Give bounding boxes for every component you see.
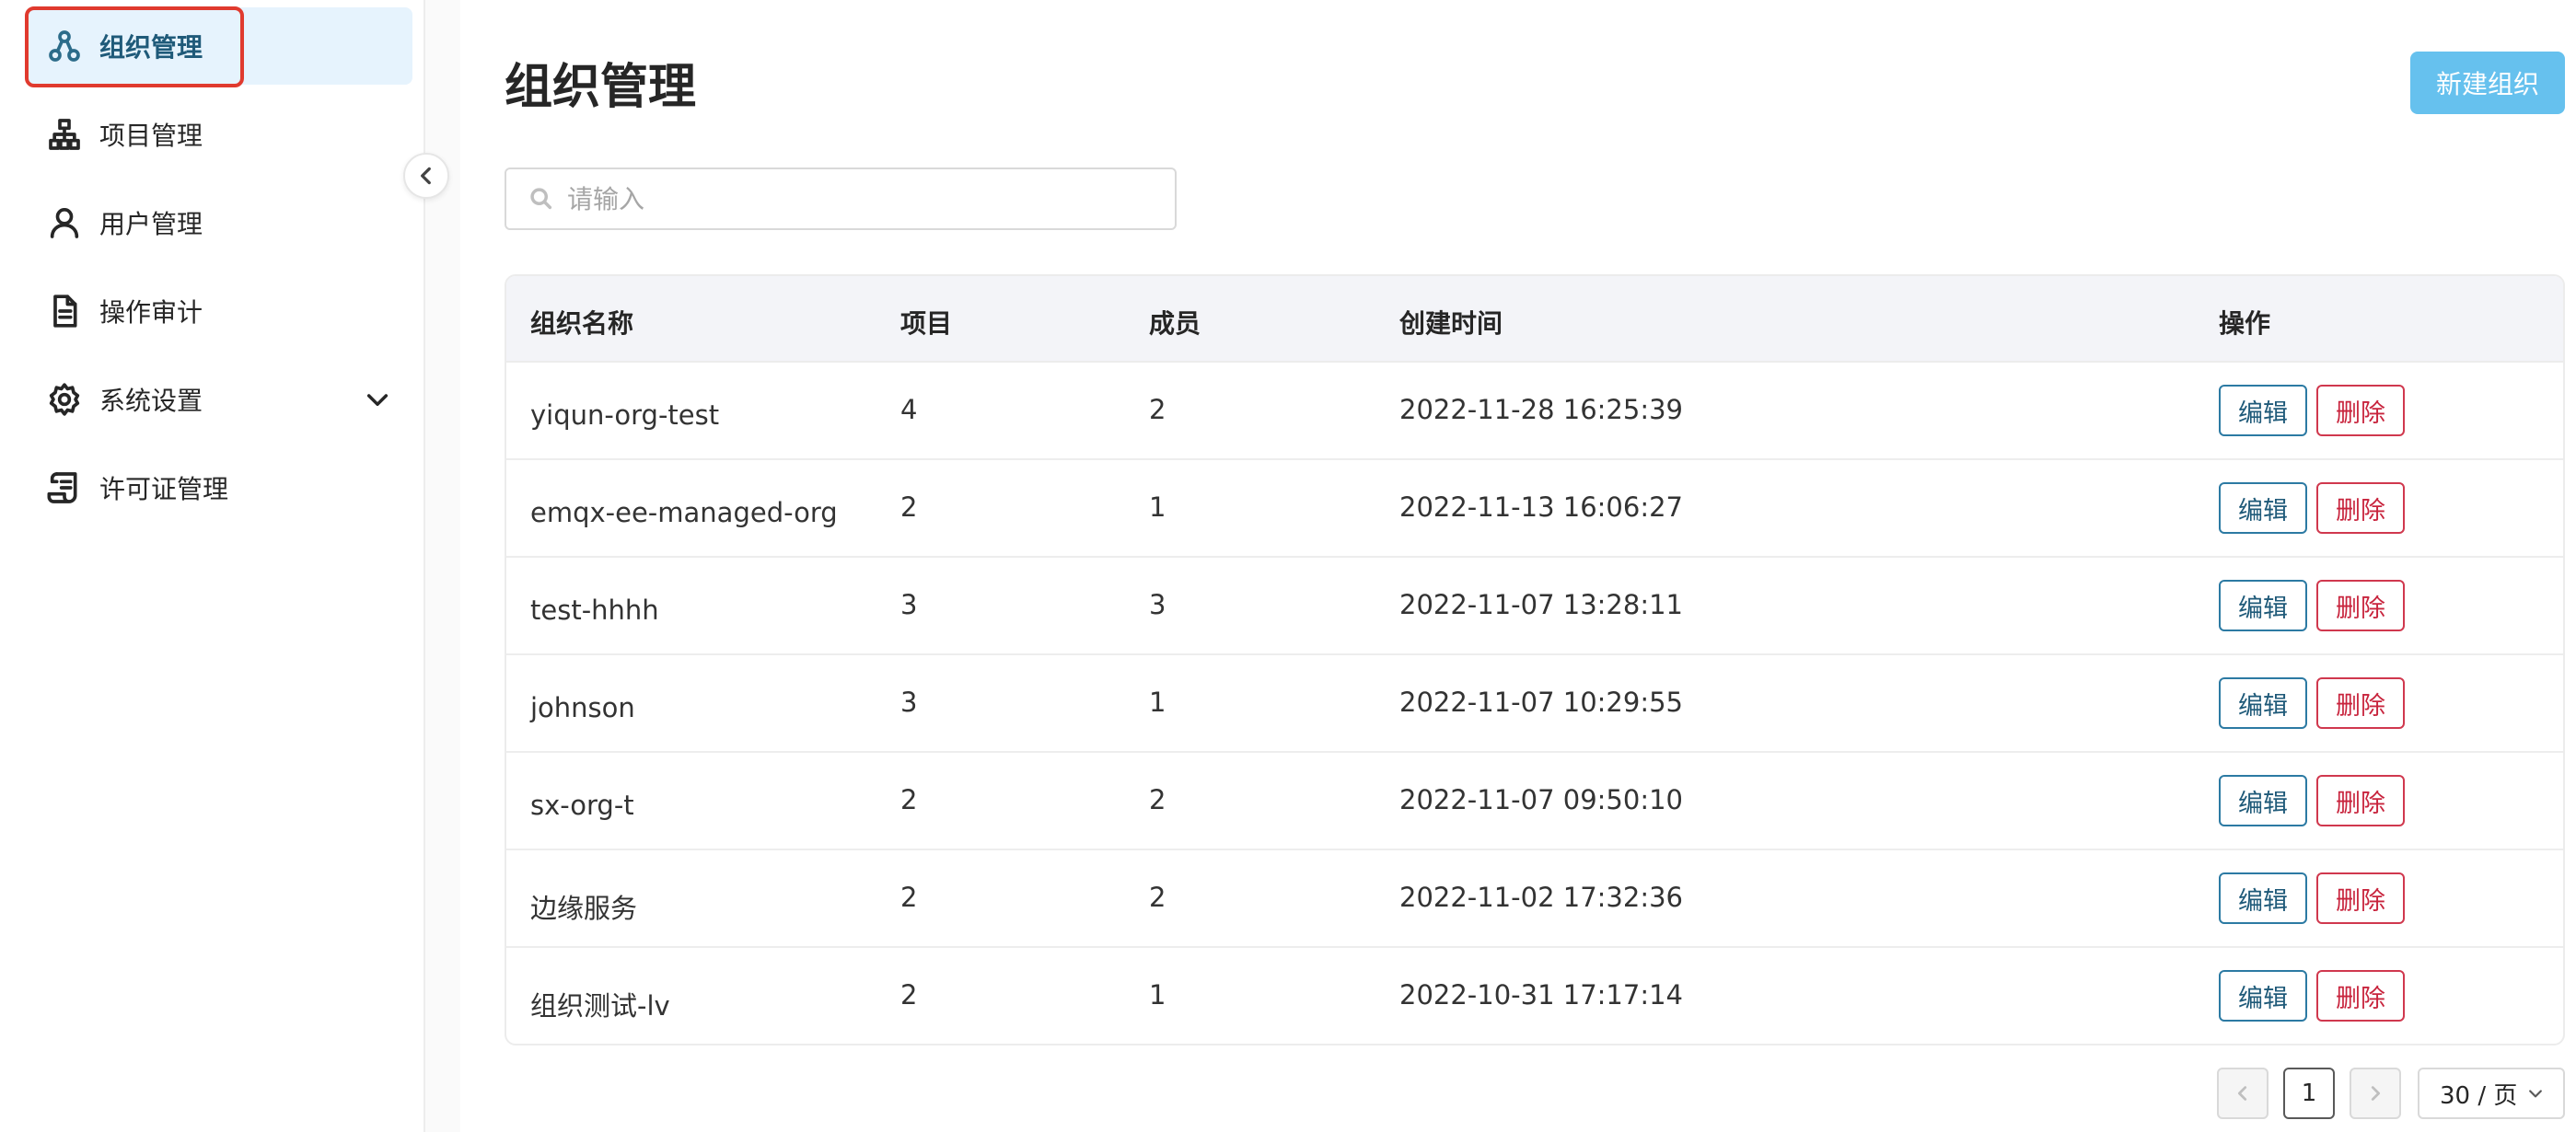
chevron-down-icon (2529, 1090, 2543, 1098)
created-time: 2022-11-07 09:50:10 (1399, 784, 1683, 815)
delete-button[interactable]: 删除 (2316, 482, 2405, 534)
page-size-value: 30 / 页 (2440, 1081, 2518, 1110)
search-box (505, 167, 1177, 230)
prev-page-button[interactable] (2217, 1068, 2269, 1119)
column-header-projects: 项目 (900, 308, 953, 339)
organizations-table: 组织名称 项目 成员 创建时间 操作 yiqun-org-test 4 2 20… (505, 274, 2565, 1045)
organization-icon (44, 26, 85, 66)
member-count: 1 (1149, 687, 1166, 718)
page-size-select[interactable]: 30 / 页 (2418, 1068, 2565, 1119)
page-title: 组织管理 (505, 60, 697, 115)
created-time: 2022-10-31 17:17:14 (1399, 979, 1683, 1011)
table-row: sx-org-t 2 2 2022-11-07 09:50:10 编辑 删除 (506, 753, 2563, 850)
member-count: 2 (1149, 394, 1166, 425)
project-count: 3 (900, 687, 918, 718)
sidebar-item-label: 操作审计 (99, 297, 203, 328)
created-time: 2022-11-07 10:29:55 (1399, 687, 1683, 718)
search-icon (528, 186, 554, 212)
project-count: 2 (900, 979, 918, 1011)
edit-button[interactable]: 编辑 (2219, 580, 2307, 631)
member-count: 1 (1149, 491, 1166, 523)
page-number-current[interactable]: 1 (2283, 1068, 2335, 1119)
sidebar-item-license[interactable]: 许可证管理 (26, 449, 412, 526)
sidebar-collapse-button[interactable] (403, 153, 449, 199)
sidebar-item-organizations[interactable]: 组织管理 (26, 7, 412, 85)
sidebar-item-label: 许可证管理 (99, 474, 229, 504)
org-name: sx-org-t (530, 790, 634, 821)
org-name: emqx-ee-managed-org (530, 497, 838, 528)
delete-button[interactable]: 删除 (2316, 580, 2405, 631)
table-row: yiqun-org-test 4 2 2022-11-28 16:25:39 编… (506, 363, 2563, 460)
table-row: test-hhhh 3 3 2022-11-07 13:28:11 编辑 删除 (506, 558, 2563, 655)
project-count: 4 (900, 394, 918, 425)
project-count: 2 (900, 784, 918, 815)
document-icon (44, 291, 85, 331)
org-name: 边缘服务 (530, 893, 638, 924)
created-time: 2022-11-07 13:28:11 (1399, 589, 1683, 620)
created-time: 2022-11-13 16:06:27 (1399, 491, 1683, 523)
sidebar-item-label: 项目管理 (99, 121, 203, 151)
table-row: emqx-ee-managed-org 2 1 2022-11-13 16:06… (506, 460, 2563, 558)
org-name: test-hhhh (530, 595, 659, 626)
new-organization-button[interactable]: 新建组织 (2410, 52, 2565, 114)
table-row: johnson 3 1 2022-11-07 10:29:55 编辑 删除 (506, 655, 2563, 753)
chevron-left-icon (2237, 1086, 2247, 1101)
edit-button[interactable]: 编辑 (2219, 970, 2307, 1022)
sidebar-item-users[interactable]: 用户管理 (26, 184, 412, 261)
edit-button[interactable]: 编辑 (2219, 872, 2307, 924)
delete-button[interactable]: 删除 (2316, 385, 2405, 436)
delete-button[interactable]: 删除 (2316, 872, 2405, 924)
gear-icon (44, 379, 85, 420)
member-count: 3 (1149, 589, 1166, 620)
created-time: 2022-11-02 17:32:36 (1399, 882, 1683, 913)
column-header-members: 成员 (1149, 308, 1201, 339)
sidebar-item-audit[interactable]: 操作审计 (26, 272, 412, 350)
member-count: 1 (1149, 979, 1166, 1011)
delete-button[interactable]: 删除 (2316, 970, 2405, 1022)
search-input[interactable] (567, 183, 1138, 214)
delete-button[interactable]: 删除 (2316, 677, 2405, 729)
column-header-actions: 操作 (2219, 308, 2271, 339)
org-name: 组织测试-lv (530, 990, 670, 1022)
table-row: 组织测试-lv 2 1 2022-10-31 17:17:14 编辑 删除 (506, 948, 2563, 1044)
column-header-created: 创建时间 (1399, 308, 1503, 339)
table-header: 组织名称 项目 成员 创建时间 操作 (506, 276, 2563, 363)
user-icon (44, 202, 85, 243)
member-count: 2 (1149, 784, 1166, 815)
delete-button[interactable]: 删除 (2316, 775, 2405, 826)
hierarchy-icon (44, 114, 85, 155)
edit-button[interactable]: 编辑 (2219, 775, 2307, 826)
sidebar-item-label: 组织管理 (99, 32, 203, 63)
sidebar-item-settings[interactable]: 系统设置 (26, 361, 412, 438)
member-count: 2 (1149, 882, 1166, 913)
sidebar: 组织管理 项目管理 用户管理 操作审计 系统设置 许可证管理 (0, 0, 425, 1132)
edit-button[interactable]: 编辑 (2219, 385, 2307, 436)
table-row: 边缘服务 2 2 2022-11-02 17:32:36 编辑 删除 (506, 850, 2563, 948)
next-page-button[interactable] (2350, 1068, 2401, 1119)
project-count: 2 (900, 491, 918, 523)
sidebar-item-projects[interactable]: 项目管理 (26, 96, 412, 173)
chevron-right-icon (2371, 1086, 2381, 1101)
org-name: yiqun-org-test (530, 399, 720, 431)
created-time: 2022-11-28 16:25:39 (1399, 394, 1683, 425)
chevron-left-icon (421, 167, 431, 185)
edit-button[interactable]: 编辑 (2219, 482, 2307, 534)
project-count: 3 (900, 589, 918, 620)
license-icon (44, 468, 85, 508)
org-name: johnson (530, 692, 635, 723)
project-count: 2 (900, 882, 918, 913)
chevron-down-icon[interactable] (363, 385, 392, 414)
edit-button[interactable]: 编辑 (2219, 677, 2307, 729)
column-header-name: 组织名称 (530, 308, 634, 339)
sidebar-item-label: 系统设置 (99, 386, 203, 416)
sidebar-item-label: 用户管理 (99, 209, 203, 239)
